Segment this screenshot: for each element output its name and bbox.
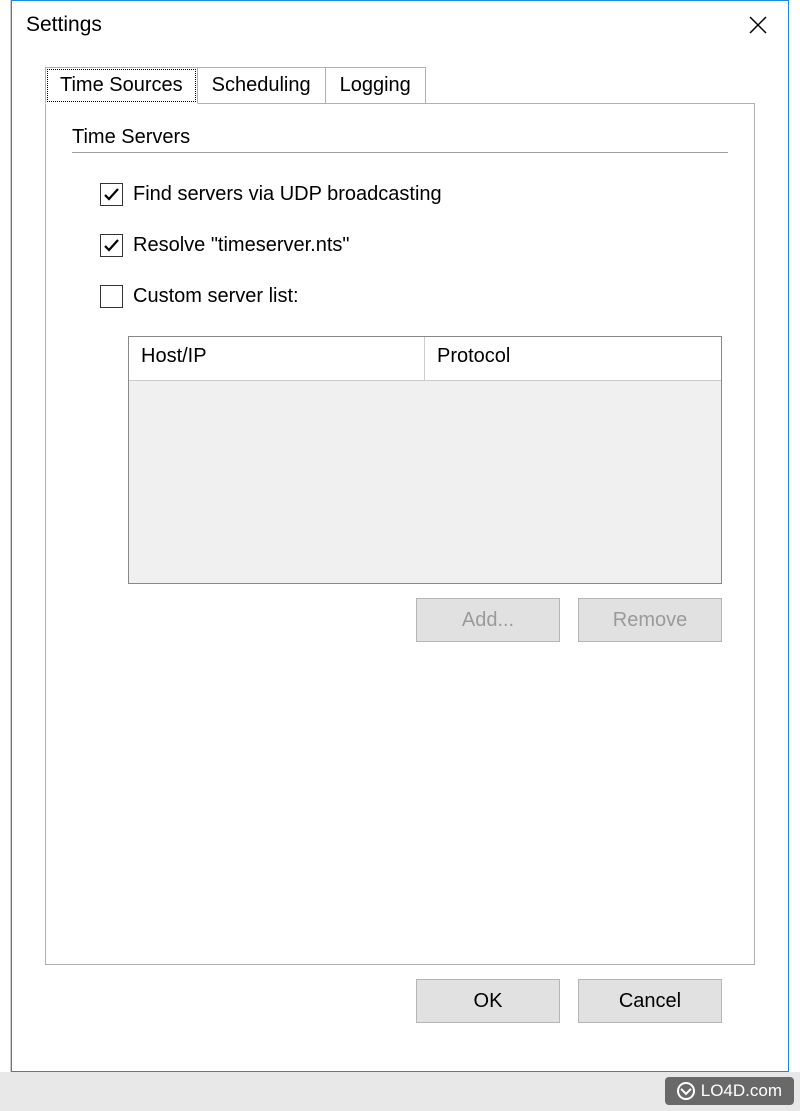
checkbox-icon [100,285,123,308]
tab-logging[interactable]: Logging [325,67,426,104]
checkbox-label: Find servers via UDP broadcasting [133,183,442,206]
table-header: Host/IP Protocol [129,337,721,381]
add-button[interactable]: Add... [416,598,560,642]
checkbox-udp-broadcasting[interactable]: Find servers via UDP broadcasting [100,183,728,206]
background-right-edge [789,0,800,1072]
close-button[interactable] [728,1,788,49]
ok-button[interactable]: OK [416,979,560,1023]
close-icon [749,16,767,34]
download-icon [677,1082,695,1100]
checkbox-label: Custom server list: [133,285,299,308]
watermark: LO4D.com [665,1077,794,1105]
section-title: Time Servers [72,126,728,149]
column-header-host[interactable]: Host/IP [129,337,425,381]
settings-window: Settings Time Sources Scheduling Logging… [11,0,789,1072]
checkbox-resolve-timeserver[interactable]: Resolve "timeserver.nts" [100,234,728,257]
table-button-row: Add... Remove [100,598,722,642]
remove-button[interactable]: Remove [578,598,722,642]
background-left-edge [0,0,11,1072]
window-title: Settings [26,13,102,37]
tab-scheduling[interactable]: Scheduling [197,67,326,104]
server-list-table[interactable]: Host/IP Protocol [128,336,722,584]
watermark-text: LO4D.com [701,1081,782,1101]
titlebar: Settings [12,1,788,49]
checkbox-icon [100,183,123,206]
column-header-protocol[interactable]: Protocol [425,337,721,381]
tab-time-sources[interactable]: Time Sources [45,67,198,104]
tabpanel-time-sources: Time Servers Find servers via UDP broadc… [45,103,755,965]
client-area: Time Sources Scheduling Logging Time Ser… [12,49,788,1023]
checkbox-custom-server-list[interactable]: Custom server list: [100,285,728,308]
tabstrip: Time Sources Scheduling Logging [45,67,755,104]
options-group: Find servers via UDP broadcasting Resolv… [72,183,728,642]
checkbox-label: Resolve "timeserver.nts" [133,234,350,257]
checkbox-icon [100,234,123,257]
dialog-button-row: OK Cancel [45,965,755,1023]
cancel-button[interactable]: Cancel [578,979,722,1023]
section-divider [72,152,728,153]
